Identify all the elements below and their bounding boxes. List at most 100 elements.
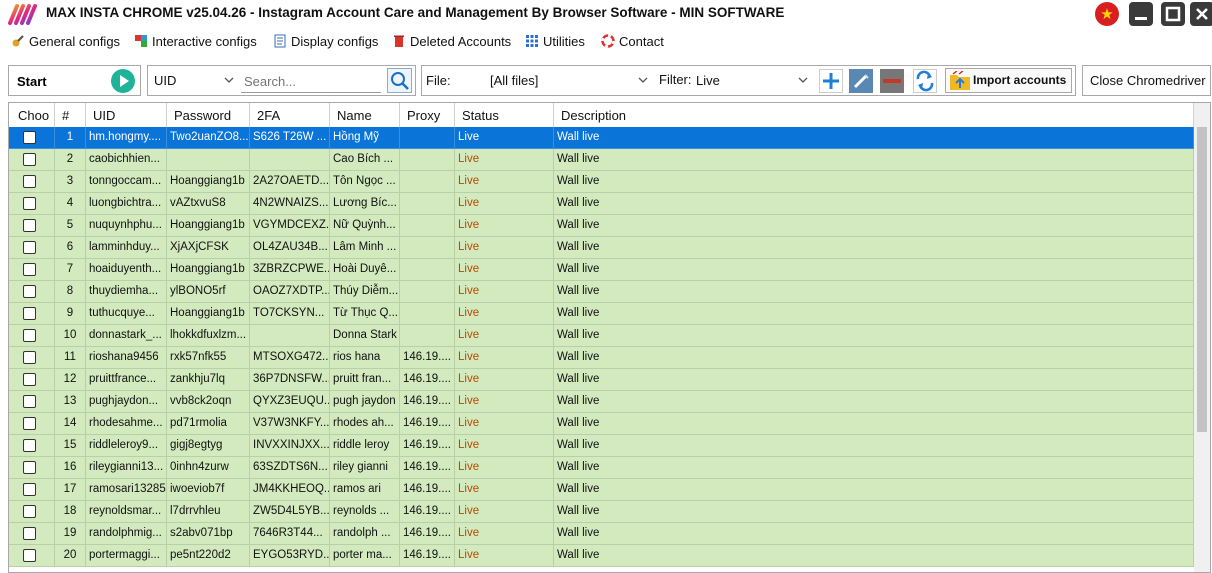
- row-checkbox[interactable]: [23, 329, 36, 342]
- cell-description: Wall live: [554, 325, 1194, 347]
- table-header: Choo # UID Password 2FA Name Proxy Status Descri…: [9, 103, 1194, 127]
- col-uid-header[interactable]: UID: [86, 103, 167, 127]
- cell-2fa: 36P7DNSFW...: [250, 369, 330, 391]
- row-checkbox[interactable]: [23, 549, 36, 562]
- cell-proxy: 146.19....: [400, 347, 455, 369]
- filter-select[interactable]: Live: [690, 70, 812, 92]
- cell-uid: nuquynhphu...: [86, 215, 167, 237]
- scrollbar-thumb[interactable]: [1197, 127, 1207, 432]
- vertical-scrollbar[interactable]: [1194, 103, 1210, 572]
- table-row[interactable]: 6 lamminhduy... XjAXjCFSK OL4ZAU34B... Lâm M…: [9, 237, 1194, 259]
- table-row[interactable]: 14 rhodesahme... pd71rmolia V37W3NKFY... rho…: [9, 413, 1194, 435]
- cell-status: Live: [455, 281, 554, 303]
- cell-password: 0inhn4zurw: [167, 457, 250, 479]
- col-proxy-header[interactable]: Proxy: [400, 103, 455, 127]
- table-row[interactable]: 3 tonngoccam... Hoanggiang1b 2A27OAETD... Tô…: [9, 171, 1194, 193]
- table-row[interactable]: 15 riddleleroy9... gigj8egtyg INVXXINJXX...…: [9, 435, 1194, 457]
- table-row[interactable]: 20 portermaggi... pe5nt220d2 EYGO53RYD... po…: [9, 545, 1194, 567]
- search-input[interactable]: [241, 70, 382, 92]
- cell-uid: rileygianni13...: [86, 457, 167, 479]
- remove-button[interactable]: [880, 69, 904, 93]
- add-button[interactable]: [819, 69, 843, 93]
- table-row[interactable]: 7 hoaiduyenth... Hoanggiang1b 3ZBRZCPWE... H…: [9, 259, 1194, 281]
- cell-password: Hoanggiang1b: [167, 259, 250, 281]
- edit-button[interactable]: [849, 69, 873, 93]
- row-choose-cell: [9, 193, 55, 215]
- col-number-header[interactable]: #: [55, 103, 86, 127]
- row-checkbox[interactable]: [23, 439, 36, 452]
- cell-password: rxk57nfk55: [167, 347, 250, 369]
- maximize-button[interactable]: [1161, 2, 1185, 26]
- cell-2fa: OL4ZAU34B...: [250, 237, 330, 259]
- row-choose-cell: [9, 479, 55, 501]
- cell-uid: hm.hongmy....: [86, 127, 167, 149]
- table-row[interactable]: 11 rioshana9456 rxk57nfk55 MTSOXG472... rios…: [9, 347, 1194, 369]
- row-checkbox[interactable]: [23, 219, 36, 232]
- cell-uid: pruittfrance...: [86, 369, 167, 391]
- table-row[interactable]: 13 pughjaydon... vvb8ck2oqn QYXZ3EUQU... pug…: [9, 391, 1194, 413]
- table-row[interactable]: 1 hm.hongmy.... Two2uanZO8... S626 T26W ...…: [9, 127, 1194, 149]
- table-row[interactable]: 9 tuthucquye... Hoanggiang1b TO7CKSYN... Từ …: [9, 303, 1194, 325]
- row-checkbox[interactable]: [23, 527, 36, 540]
- cell-uid: luongbichtra...: [86, 193, 167, 215]
- table-row[interactable]: 5 nuquynhphu... Hoanggiang1b VGYMDCEXZ... Nữ…: [9, 215, 1194, 237]
- row-checkbox[interactable]: [23, 395, 36, 408]
- table-row[interactable]: 17 ramosari13285 iwoeviob7f JM4KKHEOQ... ram…: [9, 479, 1194, 501]
- refresh-button[interactable]: [913, 69, 937, 93]
- cell-name: rios hana: [330, 347, 400, 369]
- menu-deleted-accounts[interactable]: Deleted Accounts: [392, 34, 511, 52]
- cell-number: 5: [55, 215, 86, 237]
- row-checkbox[interactable]: [23, 263, 36, 276]
- row-checkbox[interactable]: [23, 241, 36, 254]
- import-accounts-button[interactable]: Import accounts: [945, 68, 1072, 93]
- col-password-header[interactable]: Password: [167, 103, 250, 127]
- row-checkbox[interactable]: [23, 197, 36, 210]
- cell-uid: lamminhduy...: [86, 237, 167, 259]
- row-choose-cell: [9, 523, 55, 545]
- row-checkbox[interactable]: [23, 175, 36, 188]
- col-status-header[interactable]: Status: [455, 103, 554, 127]
- table-row[interactable]: 16 rileygianni13... 0inhn4zurw 63SZDTS6N...…: [9, 457, 1194, 479]
- table-row[interactable]: 8 thuydiemha... ylBONO5rf OAOZ7XDTP... Thúy …: [9, 281, 1194, 303]
- search-button[interactable]: [387, 68, 412, 93]
- table-row[interactable]: 10 donnastark_... lhokkdfuxlzm... Donna Sta…: [9, 325, 1194, 347]
- close-chromedriver-button[interactable]: Close Chromedriver: [1082, 65, 1211, 96]
- minus-icon: [880, 69, 904, 93]
- search-field-select[interactable]: UID: [148, 70, 238, 92]
- minimize-button[interactable]: [1129, 2, 1153, 26]
- cell-uid: thuydiemha...: [86, 281, 167, 303]
- menu-display-configs[interactable]: Display configs: [273, 34, 378, 52]
- table-row[interactable]: 4 luongbichtra... vAZtxvuS8 4N2WNAIZS... Lươ…: [9, 193, 1194, 215]
- start-button[interactable]: [111, 69, 135, 93]
- row-checkbox[interactable]: [23, 351, 36, 364]
- table-row[interactable]: 12 pruittfrance... zankhju7lq 36P7DNSFW... p…: [9, 369, 1194, 391]
- row-checkbox[interactable]: [23, 307, 36, 320]
- cell-status: Live: [455, 413, 554, 435]
- row-checkbox[interactable]: [23, 373, 36, 386]
- menu-interactive-configs[interactable]: Interactive configs: [134, 34, 257, 52]
- cell-status: Live: [455, 523, 554, 545]
- row-checkbox[interactable]: [23, 285, 36, 298]
- row-checkbox[interactable]: [23, 505, 36, 518]
- cell-proxy: [400, 149, 455, 171]
- menu-utilities[interactable]: Utilities: [525, 34, 585, 52]
- menu-contact[interactable]: Contact: [601, 34, 664, 52]
- row-checkbox[interactable]: [23, 417, 36, 430]
- cell-name: Lương Bíc...: [330, 193, 400, 215]
- row-checkbox[interactable]: [23, 461, 36, 474]
- row-checkbox[interactable]: [23, 153, 36, 166]
- file-select[interactable]: [All files]: [484, 70, 652, 92]
- col-name-header[interactable]: Name: [330, 103, 400, 127]
- menu-general-configs[interactable]: General configs: [11, 34, 120, 52]
- col-2fa-header[interactable]: 2FA: [250, 103, 330, 127]
- row-checkbox[interactable]: [23, 131, 36, 144]
- cell-2fa: JM4KKHEOQ...: [250, 479, 330, 501]
- col-description-header[interactable]: Description: [554, 103, 1194, 127]
- row-checkbox[interactable]: [23, 483, 36, 496]
- close-button[interactable]: [1190, 2, 1212, 26]
- table-row[interactable]: 18 reynoldsmar... l7drrvhleu ZW5D4L5YB... re…: [9, 501, 1194, 523]
- col-choose-header[interactable]: Choo: [9, 103, 55, 127]
- table-row[interactable]: 19 randolphmig... s2abv071bp 7646R3T44... ra…: [9, 523, 1194, 545]
- table-row[interactable]: 2 caobichhien... Cao Bích ... Live Wall live: [9, 149, 1194, 171]
- vietnam-flag-icon[interactable]: ★: [1095, 2, 1119, 26]
